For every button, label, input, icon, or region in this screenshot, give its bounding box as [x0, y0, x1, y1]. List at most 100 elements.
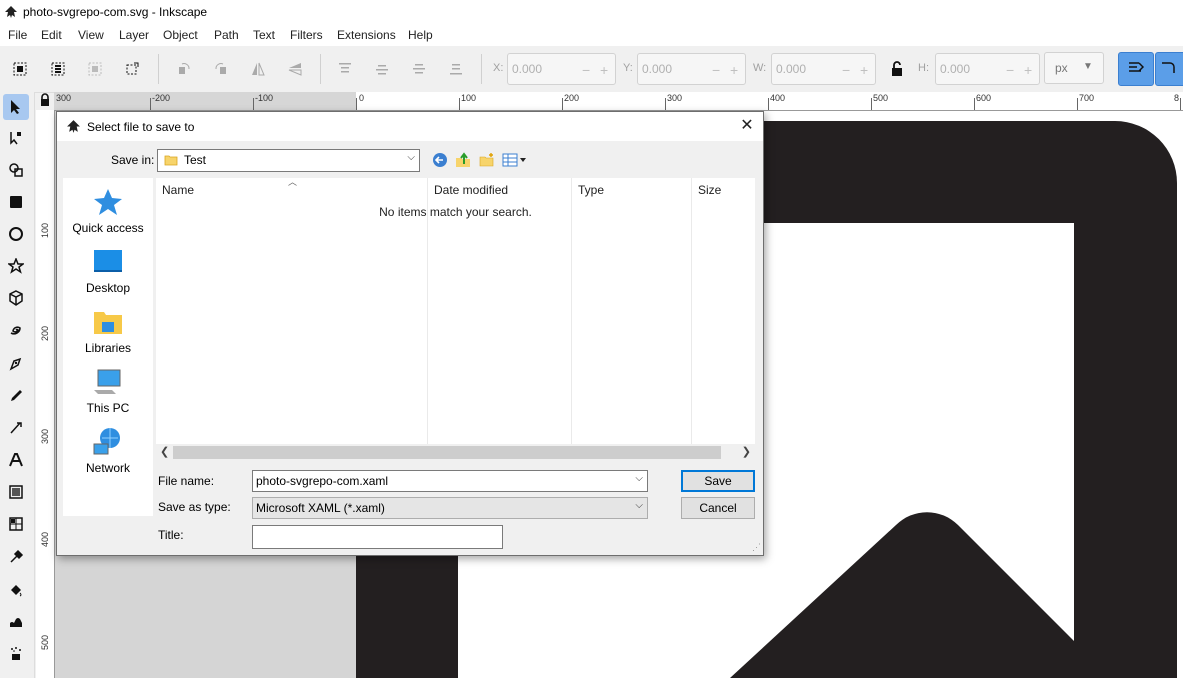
unit-select[interactable]: px ▼: [1044, 52, 1104, 84]
new-folder-icon[interactable]: [478, 152, 496, 168]
plus-icon[interactable]: +: [1024, 62, 1032, 78]
text-tool-icon[interactable]: [6, 450, 26, 470]
plus-icon[interactable]: +: [730, 62, 738, 78]
paint-bucket-tool-icon[interactable]: [6, 579, 26, 599]
rotate-cw-icon[interactable]: [210, 58, 232, 80]
ruler-outside-page: [54, 92, 356, 110]
file-name-input[interactable]: photo-svgrepo-com.xaml ⌵: [252, 470, 648, 492]
chevron-down-icon: ⌵: [407, 152, 415, 163]
place-quick-access[interactable]: Quick access: [63, 186, 153, 235]
dialog-title: Select file to save to: [87, 120, 195, 134]
column-date-modified[interactable]: Date modified: [434, 183, 508, 197]
title-label: Title:: [158, 528, 184, 542]
raise-to-top-icon[interactable]: [334, 58, 356, 80]
separator: [158, 54, 159, 84]
column-name[interactable]: Name: [162, 183, 194, 197]
column-type[interactable]: Type: [578, 183, 604, 197]
selector-tool-icon[interactable]: [3, 94, 29, 120]
scale-corners-toggle[interactable]: [1155, 52, 1183, 86]
flip-horizontal-icon[interactable]: [247, 58, 269, 80]
ruler-label: 200: [40, 325, 50, 341]
pen-tool-icon[interactable]: [6, 354, 26, 374]
menu-view[interactable]: View: [78, 28, 104, 42]
scale-stroke-toggle[interactable]: [1118, 52, 1154, 86]
calligraphy-tool-icon[interactable]: [6, 418, 26, 438]
scroll-thumb[interactable]: [173, 446, 721, 459]
desktop-icon: [94, 250, 122, 272]
scroll-right-icon[interactable]: ❯: [742, 445, 751, 458]
place-libraries[interactable]: Libraries: [63, 306, 153, 355]
deselect-icon[interactable]: [84, 58, 106, 80]
file-list[interactable]: ︿ Name Date modified Type Size No items …: [156, 177, 755, 444]
menu-help[interactable]: Help: [408, 28, 433, 42]
rotate-ccw-icon[interactable]: [173, 58, 195, 80]
sort-up-icon: ︿: [288, 177, 298, 187]
menu-object[interactable]: Object: [163, 28, 198, 42]
save-type-dropdown[interactable]: Microsoft XAML (*.xaml) ⌵: [252, 497, 648, 519]
place-network[interactable]: Network: [63, 426, 153, 475]
file-name-label: File name:: [158, 474, 215, 488]
lower-icon[interactable]: [408, 58, 430, 80]
place-desktop[interactable]: Desktop: [63, 246, 153, 295]
3d-box-tool-icon[interactable]: [6, 288, 26, 308]
view-menu-icon[interactable]: [502, 152, 528, 168]
title-input[interactable]: [252, 525, 503, 549]
shape-builder-tool-icon[interactable]: [6, 160, 26, 180]
x-field[interactable]: 0.000 − +: [507, 53, 616, 85]
menu-filters[interactable]: Filters: [290, 28, 323, 42]
x-label: X:: [493, 62, 504, 74]
select-all-layers-icon[interactable]: [47, 58, 69, 80]
node-tool-icon[interactable]: [6, 128, 26, 148]
menu-file[interactable]: File: [8, 28, 27, 42]
guide-lock-icon[interactable]: [38, 93, 52, 107]
dropper-tool-icon[interactable]: [6, 547, 26, 567]
menu-path[interactable]: Path: [214, 28, 239, 42]
cancel-button[interactable]: Cancel: [681, 497, 755, 519]
scroll-left-icon[interactable]: ❮: [160, 445, 169, 458]
ellipse-tool-icon[interactable]: [6, 224, 26, 244]
minus-icon[interactable]: −: [712, 62, 720, 78]
minus-icon[interactable]: −: [842, 62, 850, 78]
select-all-icon[interactable]: [9, 58, 31, 80]
minus-icon[interactable]: −: [582, 62, 590, 78]
h-label: H:: [918, 62, 929, 74]
close-icon[interactable]: ✕: [739, 117, 755, 135]
up-folder-icon[interactable]: [454, 152, 472, 168]
chevron-down-icon[interactable]: ⌵: [635, 473, 643, 484]
flip-vertical-icon[interactable]: [284, 58, 306, 80]
menu-edit[interactable]: Edit: [41, 28, 62, 42]
spiral-tool-icon[interactable]: [6, 320, 26, 340]
gradient-tool-icon[interactable]: [6, 482, 26, 502]
unit-value: px: [1055, 61, 1068, 75]
column-size[interactable]: Size: [698, 183, 721, 197]
plus-icon[interactable]: +: [860, 62, 868, 78]
lower-to-bottom-icon[interactable]: [445, 58, 467, 80]
minus-icon[interactable]: −: [1006, 62, 1014, 78]
window-title: photo-svgrepo-com.svg - Inkscape: [23, 5, 208, 19]
menu-extensions[interactable]: Extensions: [337, 28, 396, 42]
pencil-tool-icon[interactable]: [6, 386, 26, 406]
raise-icon[interactable]: [371, 58, 393, 80]
place-label: This PC: [86, 401, 130, 415]
rectangle-tool-icon[interactable]: [6, 192, 26, 212]
menu-text[interactable]: Text: [253, 28, 275, 42]
separator: [481, 54, 482, 84]
horizontal-scrollbar[interactable]: ❮ ❯: [156, 444, 755, 461]
resize-grip-icon[interactable]: ⋰: [752, 542, 761, 553]
plus-icon[interactable]: +: [600, 62, 608, 78]
back-icon[interactable]: [431, 152, 449, 168]
mesh-tool-icon[interactable]: [6, 514, 26, 534]
touch-select-icon[interactable]: [121, 58, 143, 80]
h-field[interactable]: 0.000 − +: [935, 53, 1040, 85]
spray-tool-icon[interactable]: [6, 644, 26, 664]
w-field[interactable]: 0.000 − +: [771, 53, 876, 85]
tweak-tool-icon[interactable]: [6, 612, 26, 632]
star-tool-icon[interactable]: [6, 256, 26, 276]
save-button[interactable]: Save: [681, 470, 755, 492]
place-this-pc[interactable]: This PC: [63, 366, 153, 415]
menu-layer[interactable]: Layer: [119, 28, 149, 42]
save-in-dropdown[interactable]: Test ⌵: [157, 149, 420, 172]
lock-icon[interactable]: [886, 58, 908, 80]
y-field[interactable]: 0.000 − +: [637, 53, 746, 85]
ruler-label: 400: [40, 531, 50, 547]
